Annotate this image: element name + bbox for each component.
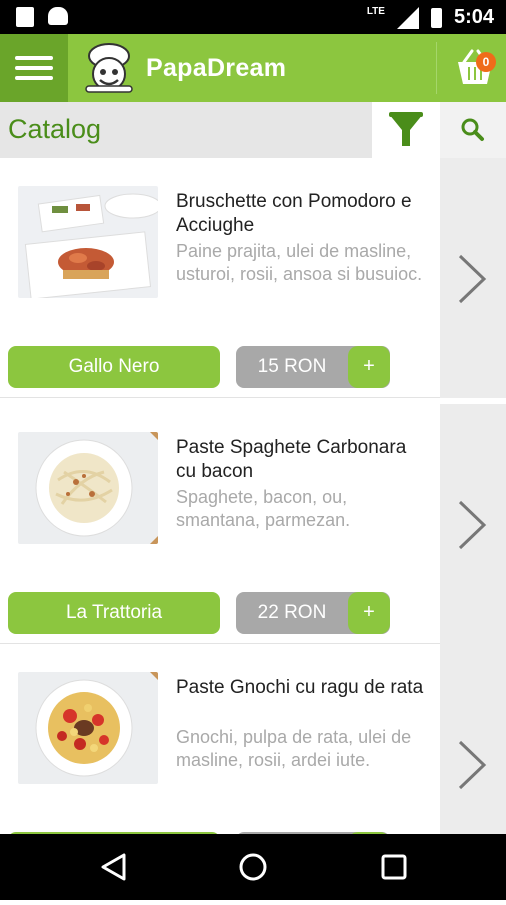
search-button[interactable] xyxy=(440,102,506,158)
filter-icon xyxy=(389,112,423,146)
chevron-right-icon xyxy=(458,740,487,790)
add-to-cart-button[interactable]: + xyxy=(348,592,390,634)
status-bar: LTE 5:04 xyxy=(0,0,506,34)
app-title: PapaDream xyxy=(146,54,287,82)
search-icon xyxy=(461,118,484,141)
signal-icon xyxy=(396,6,419,29)
price-box: 22 RON + xyxy=(236,592,390,634)
restaurant-button[interactable]: Gallo Nero xyxy=(8,346,220,388)
clock: 5:04 xyxy=(453,6,494,28)
product-description: Gnochi, pulpa de rata, ulei de masline, … xyxy=(176,727,412,770)
back-icon[interactable] xyxy=(101,853,126,881)
sd-card-icon xyxy=(16,7,34,27)
list-item[interactable]: Paste Spaghete Carbonara cu bacon Spaghe… xyxy=(0,404,506,644)
chevron-right-icon xyxy=(458,500,487,550)
chef-logo-icon xyxy=(85,43,133,93)
product-name: Paste Spaghete Carbonara cu bacon xyxy=(176,437,407,482)
cart-count-badge: 0 xyxy=(476,52,496,72)
product-price: 22 RON xyxy=(257,602,327,623)
chevron-right-icon xyxy=(458,254,487,304)
menu-icon xyxy=(15,56,53,60)
product-list[interactable]: Bruschette con Pomodoro e Acciughe Paine… xyxy=(0,158,506,834)
product-price: 15 RON xyxy=(257,356,327,377)
network-type: LTE xyxy=(366,6,385,17)
navigation-bar xyxy=(0,834,506,900)
carbonara-image xyxy=(18,432,158,544)
product-description: Spaghete, bacon, ou, smantana, parmezan. xyxy=(176,487,351,530)
product-description: Paine prajita, ulei de masline, usturoi,… xyxy=(176,241,423,284)
product-name: Bruschette con Pomodoro e Acciughe xyxy=(176,191,412,236)
page-title: Catalog xyxy=(8,114,102,144)
product-name: Paste Gnochi cu ragu de rata xyxy=(176,677,424,698)
details-button[interactable] xyxy=(440,158,506,398)
price-box: 15 RON + xyxy=(236,346,390,388)
bruschette-image xyxy=(18,186,158,298)
list-item[interactable]: Bruschette con Pomodoro e Acciughe Paine… xyxy=(0,158,506,398)
recent-apps-icon[interactable] xyxy=(381,854,407,880)
add-to-cart-button[interactable]: + xyxy=(348,346,390,388)
details-button[interactable] xyxy=(440,404,506,644)
app-bar-divider xyxy=(436,42,437,94)
filter-button[interactable] xyxy=(372,102,440,158)
battery-icon xyxy=(430,7,442,28)
menu-button[interactable] xyxy=(0,34,68,102)
home-icon[interactable] xyxy=(239,853,267,881)
details-button[interactable] xyxy=(440,644,506,834)
divider xyxy=(0,397,440,398)
app-bar: PapaDream 0 xyxy=(0,34,506,102)
android-icon xyxy=(48,7,68,25)
restaurant-button[interactable]: La Trattoria xyxy=(8,592,220,634)
catalog-header: Catalog xyxy=(0,102,506,158)
gnochi-image xyxy=(18,672,158,784)
list-item[interactable]: Paste Gnochi cu ragu de rata Gnochi, pul… xyxy=(0,644,506,834)
